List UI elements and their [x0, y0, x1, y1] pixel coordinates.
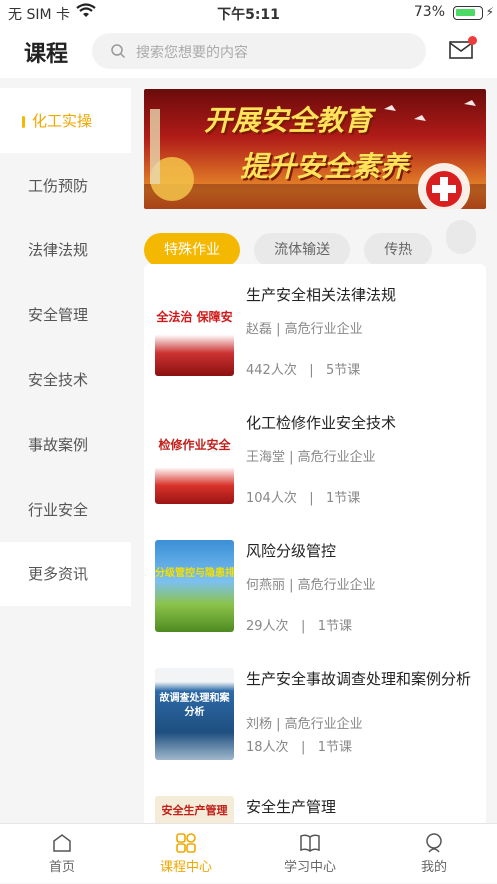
subcategory-chips: 特殊作业 流体输送 传热 — [144, 220, 485, 267]
course-card[interactable]: 安全生产管理 安全生产管理 — [144, 776, 486, 823]
sidebar-item-laws[interactable]: 法律法规 — [0, 218, 131, 283]
header: 课程 搜索您想要的内容 — [0, 26, 497, 78]
sidebar-item-injury-prevention[interactable]: 工伤预防 — [0, 153, 131, 218]
stats-separator: | — [300, 619, 306, 634]
tab-label: 课程中心 — [159, 860, 212, 875]
search-placeholder: 搜索您想要的内容 — [136, 45, 248, 61]
page-title: 课程 — [24, 42, 69, 67]
promo-banner[interactable]: 开展安全教育 提升安全素养 — [144, 89, 486, 209]
search-input[interactable]: 搜索您想要的内容 — [92, 33, 426, 69]
sidebar-item-label: 工伤预防 — [28, 176, 89, 195]
sidebar-item-more-news[interactable]: 更多资讯 — [0, 541, 131, 607]
course-thumbnail: 分级管控与隐患排查 — [155, 540, 234, 632]
course-title: 风险分级管控 — [246, 542, 337, 560]
chip-overflow[interactable] — [446, 220, 477, 254]
course-title: 生产安全事故调查处理和案例分析 — [246, 670, 472, 688]
sidebar-item-label: 安全技术 — [28, 371, 89, 390]
sidebar-item-accident-cases[interactable]: 事故案例 — [0, 412, 131, 477]
lesson-count: 1节课 — [326, 491, 361, 506]
course-thumbnail: 安全生产管理 — [155, 796, 234, 823]
course-list: 全法治 保障安 生产安全相关法律法规 赵磊 | 高危行业企业 442人次 | 5… — [144, 264, 486, 823]
course-card[interactable]: 检修作业安全 化工检修作业安全技术 王海堂 | 高危行业企业 104人次 | 1… — [144, 392, 486, 520]
grid-icon — [176, 833, 196, 853]
category-sidebar: 化工实操 工伤预防 法律法规 安全管理 安全技术 事故案例 行业安全 更多资讯 — [0, 88, 131, 607]
sidebar-item-label: 行业安全 — [28, 500, 89, 519]
course-title: 安全生产管理 — [246, 798, 337, 816]
message-button[interactable] — [449, 36, 477, 60]
course-thumbnail: 检修作业安全 — [155, 412, 234, 504]
stats-separator: | — [300, 740, 306, 755]
thumbnail-text: 分级管控与隐患排查 — [155, 568, 234, 579]
search-icon — [111, 44, 126, 59]
course-card[interactable]: 故调查处理和案分析 生产安全事故调查处理和案例分析 刘杨 | 高危行业企业 18… — [144, 648, 486, 776]
lesson-count: 1节课 — [317, 740, 353, 755]
banner-line-1: 开展安全教育 — [204, 104, 373, 137]
sidebar-item-label: 更多资讯 — [28, 565, 89, 584]
view-count: 29人次 — [246, 619, 289, 634]
thumbnail-text: 安全生产管理 — [161, 804, 228, 817]
main-content: 开展安全教育 提升安全素养 特殊作业 流体输送 传热 全法治 保障安 生产安全相… — [131, 78, 497, 823]
battery-percent: 73% — [413, 4, 445, 20]
sidebar-item-safety-management[interactable]: 安全管理 — [0, 282, 131, 347]
sidebar-item-industry-safety[interactable]: 行业安全 — [0, 477, 131, 542]
course-title: 生产安全相关法律法规 — [246, 286, 397, 304]
battery-icon: ⚡ — [453, 5, 494, 20]
course-stats: 18人次 | 1节课 — [246, 736, 352, 755]
tab-home[interactable]: 首页 — [0, 824, 124, 884]
view-count: 18人次 — [246, 740, 289, 755]
thumbnail-text: 全法治 保障安 — [156, 310, 233, 324]
lesson-count: 5节课 — [326, 363, 361, 378]
stats-separator: | — [309, 491, 314, 506]
status-bar: 无 SIM 卡 下午5:11 73% ⚡ — [0, 0, 497, 26]
chip-heat-transfer[interactable]: 传热 — [364, 233, 433, 267]
sidebar-item-safety-technology[interactable]: 安全技术 — [0, 347, 131, 412]
tab-label: 我的 — [420, 860, 447, 875]
view-count: 104人次 — [246, 491, 297, 506]
course-stats: 29人次 | 1节课 — [246, 615, 352, 634]
home-icon — [53, 834, 71, 852]
course-title: 化工检修作业安全技术 — [246, 414, 397, 432]
tab-label: 学习中心 — [283, 860, 336, 875]
course-card[interactable]: 全法治 保障安 生产安全相关法律法规 赵磊 | 高危行业企业 442人次 | 5… — [144, 264, 486, 392]
book-icon — [300, 834, 320, 852]
tab-learning-center[interactable]: 学习中心 — [248, 824, 372, 884]
profile-icon — [426, 833, 442, 853]
course-stats: 104人次 | 1节课 — [246, 487, 360, 506]
chip-special-operations[interactable]: 特殊作业 — [144, 233, 240, 267]
lesson-count: 1节课 — [317, 619, 353, 634]
course-teacher: 何燕丽 | 高危行业企业 — [246, 578, 376, 593]
stats-separator: | — [309, 363, 314, 378]
sidebar-item-chemical-operations[interactable]: 化工实操 — [0, 88, 131, 153]
banner-line-2: 提升安全素养 — [240, 150, 409, 183]
course-teacher: 赵磊 | 高危行业企业 — [246, 322, 363, 337]
thumbnail-text: 检修作业安全 — [158, 438, 231, 452]
bottom-tab-bar: 首页 课程中心 学习中心 我的 — [0, 823, 497, 883]
sidebar-item-label: 化工实操 — [32, 111, 93, 130]
chip-fluid-transport[interactable]: 流体输送 — [254, 233, 351, 267]
tab-course-center[interactable]: 课程中心 — [124, 824, 248, 884]
view-count: 442人次 — [246, 363, 297, 378]
sidebar-item-label: 事故案例 — [28, 435, 89, 454]
course-stats: 442人次 | 5节课 — [246, 359, 360, 378]
thumbnail-text: 故调查处理和案分析 — [159, 693, 230, 718]
course-card[interactable]: 分级管控与隐患排查 风险分级管控 何燕丽 | 高危行业企业 29人次 | 1节课 — [144, 520, 486, 648]
active-indicator — [22, 116, 25, 128]
course-teacher: 刘杨 | 高危行业企业 — [246, 717, 363, 732]
unread-badge — [468, 36, 477, 45]
course-teacher: 王海堂 | 高危行业企业 — [246, 450, 376, 465]
tab-mine[interactable]: 我的 — [372, 824, 496, 884]
course-thumbnail: 全法治 保障安 — [155, 284, 234, 376]
sidebar-item-label: 法律法规 — [28, 241, 89, 260]
sidebar-item-label: 安全管理 — [28, 306, 89, 325]
course-thumbnail: 故调查处理和案分析 — [155, 668, 234, 760]
tab-label: 首页 — [48, 860, 75, 875]
